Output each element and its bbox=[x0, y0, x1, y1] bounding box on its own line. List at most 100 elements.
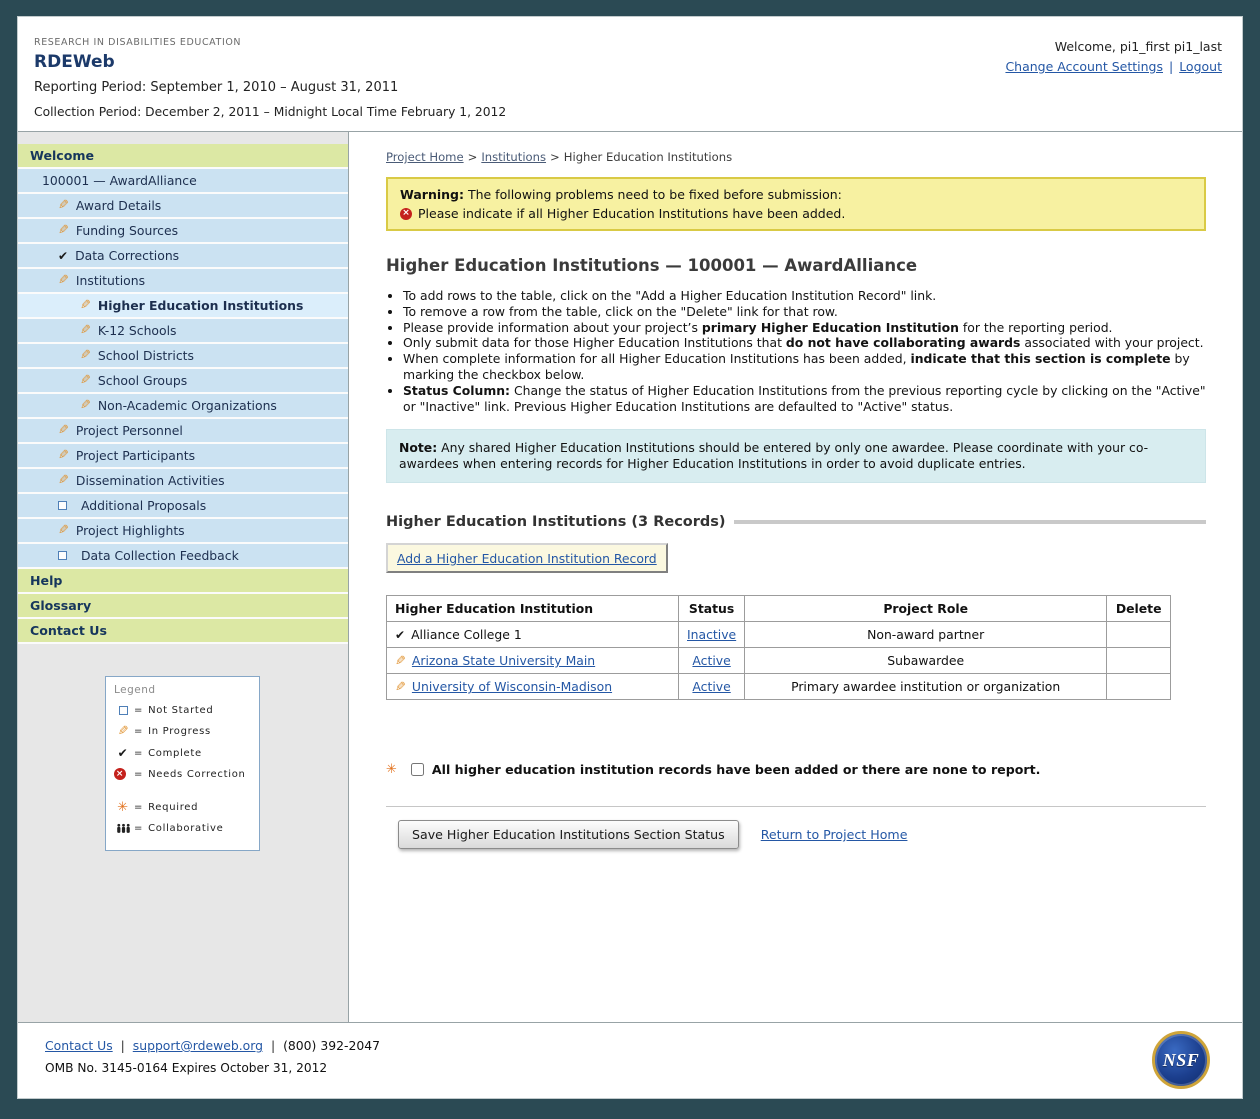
sidebar-item-non-academic-organizations[interactable]: ✎Non-Academic Organizations bbox=[18, 394, 348, 419]
sidebar-item-institutions[interactable]: ✎Institutions bbox=[18, 269, 348, 294]
pencil-icon: ✎ bbox=[58, 474, 69, 487]
sidebar-item-higher-education-institutions[interactable]: ✎Higher Education Institutions bbox=[18, 294, 348, 319]
sidebar-item-label: Glossary bbox=[30, 593, 91, 618]
pencil-icon: ✎ bbox=[58, 424, 69, 437]
separator: | bbox=[271, 1038, 275, 1053]
legend: Legend = Not Started ✎ = In Progress ✔ =… bbox=[105, 676, 260, 851]
breadcrumb-institutions[interactable]: Institutions bbox=[481, 150, 546, 164]
sidebar-item-project-highlights[interactable]: ✎Project Highlights bbox=[18, 519, 348, 544]
pencil-icon: ✎ bbox=[58, 199, 69, 212]
sidebar-item-label: Additional Proposals bbox=[81, 498, 206, 513]
table-row: ✔ Alliance College 1 Inactive Non-award p… bbox=[387, 622, 1171, 648]
sidebar-item-glossary[interactable]: Glossary bbox=[18, 594, 348, 619]
main-content: Project Home>Institutions>Higher Educati… bbox=[349, 132, 1242, 1022]
sidebar-item-school-districts[interactable]: ✎School Districts bbox=[18, 344, 348, 369]
checkbox-icon bbox=[58, 501, 67, 510]
sidebar-item-school-groups[interactable]: ✎ School Groups bbox=[18, 369, 348, 394]
sidebar-item-label: 100001 — AwardAlliance bbox=[42, 173, 197, 188]
delete-cell bbox=[1107, 674, 1171, 700]
add-record-link[interactable]: Add a Higher Education Institution Recor… bbox=[397, 551, 657, 566]
institutions-table: Higher Education Institution Status Proj… bbox=[386, 595, 1171, 700]
sidebar: Welcome 100001 — AwardAlliance ✎ Award De… bbox=[18, 132, 349, 1022]
header-account-area: Welcome, pi1_first pi1_last Change Accou… bbox=[1005, 39, 1222, 74]
pencil-icon: ✎ bbox=[117, 725, 129, 738]
welcome-user: Welcome, pi1_first pi1_last bbox=[1005, 39, 1222, 54]
required-asterisk-icon: ✳ bbox=[386, 763, 397, 776]
return-project-home-link[interactable]: Return to Project Home bbox=[761, 827, 908, 842]
legend-item-complete: ✔ = Complete bbox=[114, 747, 251, 759]
pencil-icon: ✎ bbox=[80, 374, 91, 387]
page-title: Higher Education Institutions — 100001 —… bbox=[386, 256, 1206, 275]
sidebar-item-help[interactable]: Help bbox=[18, 569, 348, 594]
pencil-icon: ✎ bbox=[58, 449, 69, 462]
sidebar-item-label: Higher Education Institutions bbox=[98, 298, 303, 313]
checkbox-icon bbox=[58, 551, 67, 560]
status-link[interactable]: Active bbox=[692, 679, 730, 694]
nsf-logo: NSF bbox=[1152, 1031, 1210, 1089]
logout-link[interactable]: Logout bbox=[1179, 59, 1222, 74]
app-window: RESEARCH IN DISABILITIES EDUCATION RDEWe… bbox=[17, 16, 1243, 1099]
legend-item-in-progress: ✎ = In Progress bbox=[114, 725, 251, 738]
sidebar-item-k12-schools[interactable]: ✎K-12 Schools bbox=[18, 319, 348, 344]
sidebar-item-label: Funding Sources bbox=[76, 223, 178, 238]
check-icon: ✔ bbox=[58, 250, 68, 262]
add-record-button[interactable]: Add a Higher Education Institution Recor… bbox=[386, 543, 668, 573]
section-complete-checkbox[interactable] bbox=[411, 763, 424, 776]
actions-row: Save Higher Education Institutions Secti… bbox=[386, 820, 1206, 849]
legend-item-not-started: = Not Started bbox=[114, 705, 251, 716]
column-header-project-role: Project Role bbox=[745, 596, 1107, 622]
footer-email-link[interactable]: support@rdeweb.org bbox=[133, 1038, 263, 1053]
institution-name-link[interactable]: University of Wisconsin-Madison bbox=[412, 679, 612, 694]
pencil-icon: ✎ bbox=[80, 349, 91, 362]
pencil-icon: ✎ bbox=[58, 274, 69, 287]
completion-label: All higher education institution records… bbox=[432, 762, 1040, 777]
column-header-status: Status bbox=[679, 596, 745, 622]
not-started-icon bbox=[119, 706, 128, 715]
delete-cell bbox=[1107, 622, 1171, 648]
pencil-icon: ✎ bbox=[395, 655, 406, 668]
program-name: RESEARCH IN DISABILITIES EDUCATION bbox=[34, 37, 506, 48]
omb-number: OMB No. 3145-0164 Expires October 31, 20… bbox=[45, 1061, 380, 1075]
sidebar-item-data-collection-feedback[interactable]: Data Collection Feedback bbox=[18, 544, 348, 569]
instruction-bullet: To add rows to the table, click on the "… bbox=[403, 288, 1206, 304]
divider bbox=[386, 806, 1206, 807]
sidebar-item-label: Project Participants bbox=[76, 448, 195, 463]
institution-name: Alliance College 1 bbox=[411, 627, 522, 642]
sidebar-item-label: Data Corrections bbox=[75, 248, 179, 263]
footer-phone: (800) 392-2047 bbox=[283, 1038, 380, 1053]
collection-period: Collection Period: December 2, 2011 – Mi… bbox=[34, 105, 506, 119]
required-asterisk-icon: ✳ bbox=[117, 801, 129, 814]
change-account-settings-link[interactable]: Change Account Settings bbox=[1005, 59, 1163, 74]
status-link[interactable]: Active bbox=[692, 653, 730, 668]
sidebar-item-label: Award Details bbox=[76, 198, 161, 213]
sidebar-item-label: Project Personnel bbox=[76, 423, 183, 438]
sidebar-item-award[interactable]: 100001 — AwardAlliance bbox=[18, 169, 348, 194]
institution-name-link[interactable]: Arizona State University Main bbox=[412, 653, 595, 668]
status-link[interactable]: Inactive bbox=[687, 627, 736, 642]
sidebar-item-project-participants[interactable]: ✎ Project Participants bbox=[18, 444, 348, 469]
project-role: Primary awardee institution or organizat… bbox=[745, 674, 1107, 700]
note-box: Note: Any shared Higher Education Instit… bbox=[386, 429, 1206, 483]
save-section-status-button[interactable]: Save Higher Education Institutions Secti… bbox=[398, 820, 739, 849]
sidebar-item-additional-proposals[interactable]: Additional Proposals bbox=[18, 494, 348, 519]
check-icon: ✔ bbox=[395, 628, 405, 642]
footer-contact-link[interactable]: Contact Us bbox=[45, 1038, 113, 1053]
sidebar-item-data-corrections[interactable]: ✔ Data Corrections bbox=[18, 244, 348, 269]
sidebar-item-welcome[interactable]: Welcome bbox=[18, 144, 348, 169]
sidebar-item-project-personnel[interactable]: ✎ Project Personnel bbox=[18, 419, 348, 444]
header-branding: RESEARCH IN DISABILITIES EDUCATION RDEWe… bbox=[34, 37, 506, 119]
instruction-bullet: Status Column: Change the status of High… bbox=[403, 383, 1206, 415]
sidebar-item-dissemination-activities[interactable]: ✎Dissemination Activities bbox=[18, 469, 348, 494]
project-role: Non-award partner bbox=[745, 622, 1107, 648]
needs-correction-icon: × bbox=[114, 768, 126, 780]
sidebar-item-funding-sources[interactable]: ✎Funding Sources bbox=[18, 219, 348, 244]
column-header-delete: Delete bbox=[1107, 596, 1171, 622]
sidebar-item-label: School Groups bbox=[98, 373, 187, 388]
sidebar-item-label: Help bbox=[30, 568, 62, 593]
sidebar-item-award-details[interactable]: ✎ Award Details bbox=[18, 194, 348, 219]
sidebar-item-contact-us[interactable]: Contact Us bbox=[18, 619, 348, 644]
sidebar-item-label: Contact Us bbox=[30, 618, 107, 643]
breadcrumb-project-home[interactable]: Project Home bbox=[386, 150, 464, 164]
legend-item-collaborative: = Collaborative bbox=[114, 823, 251, 834]
instruction-bullet: When complete information for all Higher… bbox=[403, 351, 1206, 383]
